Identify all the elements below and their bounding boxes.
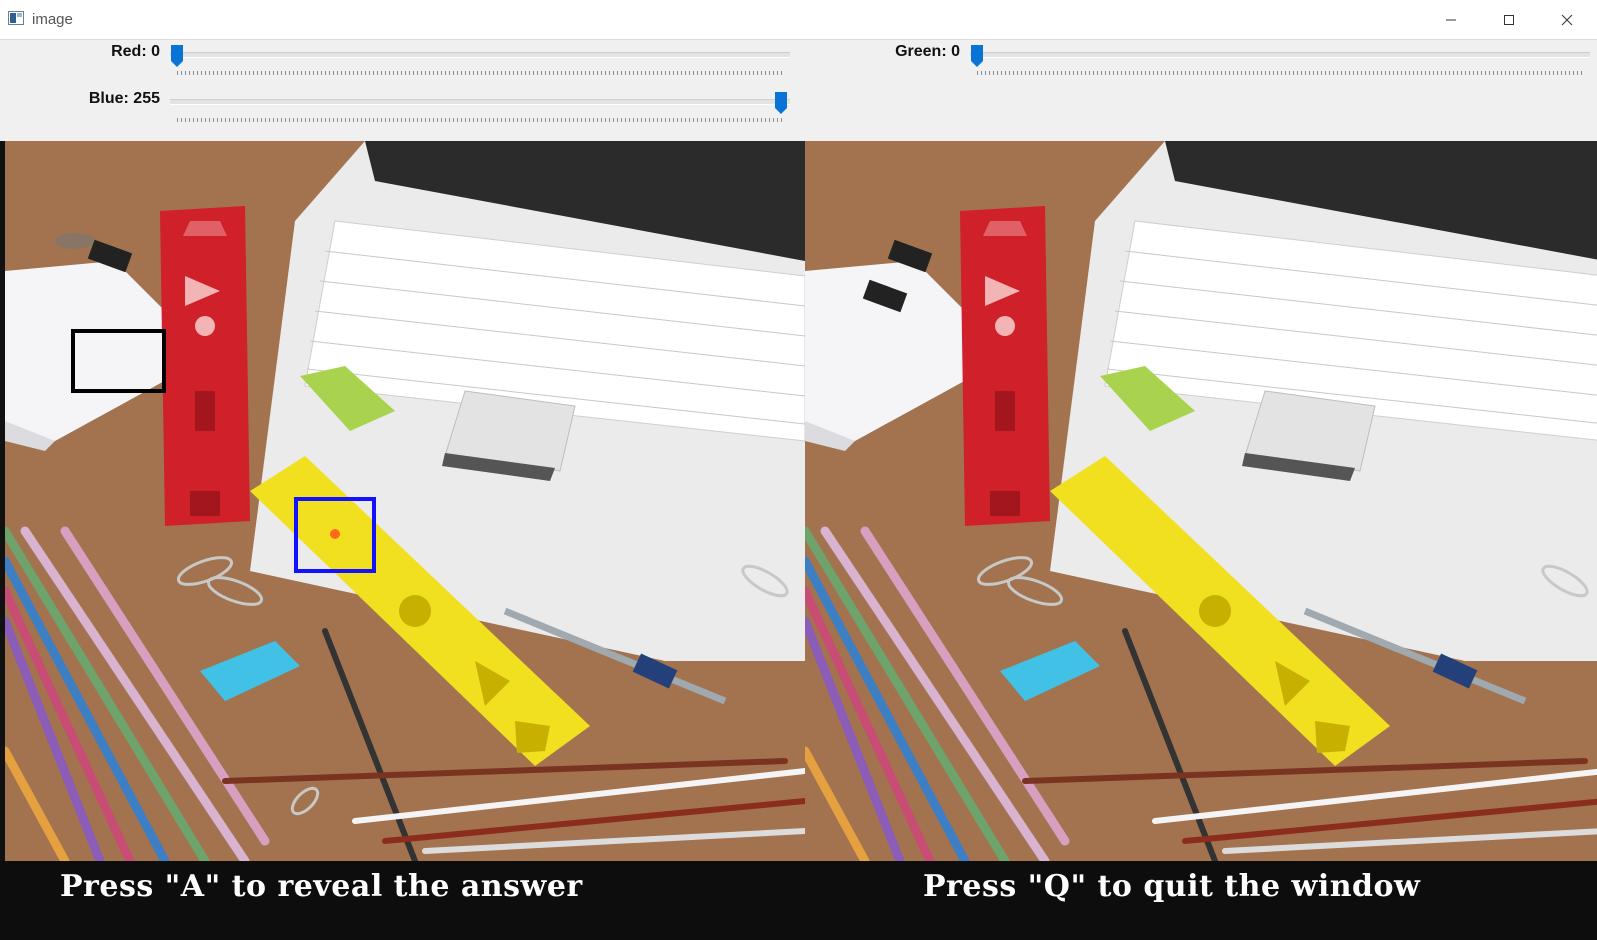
app-image-icon — [8, 11, 24, 25]
close-icon — [1561, 14, 1573, 26]
close-button[interactable] — [1544, 6, 1590, 34]
blue-slider-thumb[interactable] — [774, 91, 788, 115]
window-titlebar: image — [0, 0, 1597, 40]
green-slider-ticks — [977, 71, 1584, 75]
caption-bar: Press "A" to reveal the answer Press "Q"… — [0, 861, 1597, 940]
maximize-button[interactable] — [1486, 6, 1532, 34]
difference-marker-blue — [294, 497, 376, 573]
red-slider-ticks — [177, 71, 784, 75]
image-canvas[interactable]: Press "A" to reveal the answer Press "Q"… — [0, 141, 1597, 940]
red-slider-label: Red: 0 — [111, 43, 160, 60]
difference-marker-black — [71, 329, 166, 393]
reveal-answer-instruction: Press "A" to reveal the answer — [60, 869, 583, 904]
minimize-button[interactable] — [1428, 6, 1474, 34]
red-slider-track[interactable] — [170, 52, 790, 58]
left-puzzle-image[interactable] — [5, 141, 805, 861]
minimize-icon — [1446, 19, 1456, 21]
window-title: image — [32, 11, 73, 28]
green-slider-track[interactable] — [970, 52, 1590, 58]
red-slider-thumb[interactable] — [170, 44, 184, 68]
maximize-icon — [1504, 15, 1514, 25]
blue-slider-ticks — [177, 118, 784, 122]
blue-slider-track[interactable] — [170, 99, 790, 105]
green-slider-label: Green: 0 — [895, 43, 960, 60]
quit-window-instruction: Press "Q" to quit the window — [923, 869, 1421, 904]
trackbar-panel: Red: 0 Green: 0 Blue: 255 — [0, 40, 1597, 141]
green-slider-thumb[interactable] — [970, 44, 984, 68]
blue-slider-label: Blue: 255 — [88, 90, 160, 107]
right-puzzle-image[interactable] — [805, 141, 1597, 861]
